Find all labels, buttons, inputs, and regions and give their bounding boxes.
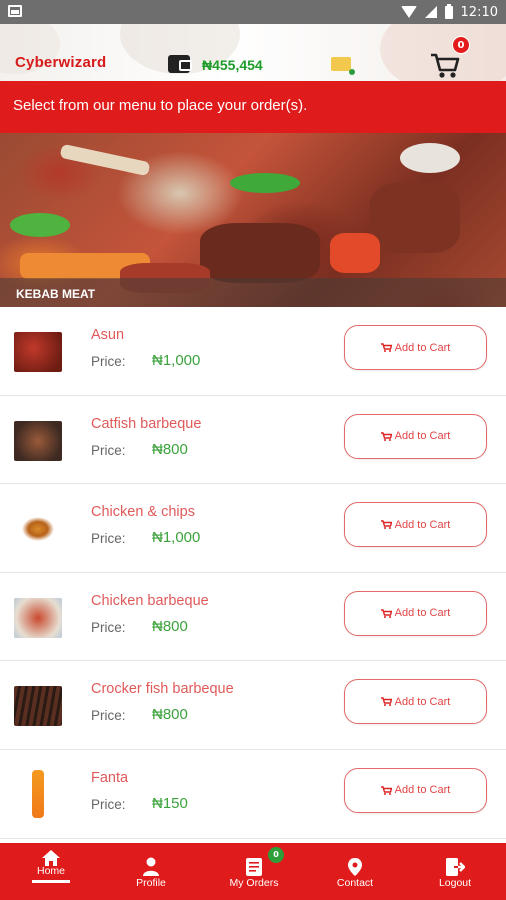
wifi-icon xyxy=(400,6,417,18)
item-price: ₦800 xyxy=(152,440,188,458)
add-to-cart-label: Add to Cart xyxy=(394,784,451,797)
list-item: Crocker fish barbeque Price: ₦800 Add to… xyxy=(0,661,506,750)
add-cart-icon xyxy=(380,431,392,441)
add-to-cart-button[interactable]: Add to Cart xyxy=(344,502,487,548)
cart-count-badge: 0 xyxy=(452,36,470,54)
list-item: Chicken & chips Price: ₦1,000 Add to Car… xyxy=(0,484,506,573)
list-item: Catfish barbeque Price: ₦800 Add to Cart xyxy=(0,396,506,485)
add-to-cart-label: Add to Cart xyxy=(394,695,451,708)
item-price: ₦800 xyxy=(152,706,188,724)
list-item: Chicken barbeque Price: ₦800 Add to Cart xyxy=(0,573,506,662)
nav-orders-label: My Orders xyxy=(229,877,279,889)
wallet-balance: ₦455,454 xyxy=(202,57,263,73)
add-to-cart-label: Add to Cart xyxy=(394,341,451,354)
item-thumbnail xyxy=(14,509,62,550)
price-label: Price: xyxy=(91,619,126,635)
menu-notice: Select from our menu to place your order… xyxy=(0,81,506,133)
price-label: Price: xyxy=(91,708,126,724)
add-cart-icon xyxy=(380,786,392,795)
app-header: Cyberwizard ₦455,454 0 xyxy=(0,24,506,81)
list-item: Fanta Price: ₦150 Add to Cart xyxy=(0,750,506,839)
status-icons: 12:10 xyxy=(400,0,498,24)
item-thumbnail xyxy=(32,769,44,818)
add-cart-icon xyxy=(380,520,392,530)
battery-icon xyxy=(444,3,453,19)
active-nav-indicator xyxy=(32,880,70,883)
add-to-cart-button[interactable]: Add to Cart xyxy=(344,325,487,370)
price-label: Price: xyxy=(91,796,126,812)
nav-home-label: Home xyxy=(36,865,65,877)
add-to-cart-label: Add to Cart xyxy=(394,607,451,620)
nav-logout[interactable]: Logout xyxy=(422,843,488,900)
item-name: Chicken & chips xyxy=(91,504,195,521)
wallet-icon[interactable] xyxy=(168,55,192,73)
status-time: 12:10 xyxy=(460,4,498,20)
item-thumbnail xyxy=(14,597,62,638)
notification-icon xyxy=(8,5,22,17)
signal-icon xyxy=(424,6,437,18)
item-name: Catfish barbeque xyxy=(91,415,202,432)
item-thumbnail xyxy=(14,686,62,727)
price-label: Price: xyxy=(91,354,126,369)
orders-icon xyxy=(246,858,262,876)
add-to-cart-button[interactable]: Add to Cart xyxy=(344,679,487,725)
item-name: Chicken barbeque xyxy=(91,592,209,609)
item-thumbnail xyxy=(14,332,62,372)
item-name: Crocker fish barbeque xyxy=(91,681,234,698)
item-name: Asun xyxy=(91,327,125,343)
add-to-cart-button[interactable]: Add to Cart xyxy=(344,590,487,636)
add-cart-icon xyxy=(380,343,392,352)
add-to-cart-label: Add to Cart xyxy=(394,518,451,531)
menu-list: Asun Price: ₦1,000 Add to Cart Catfish b… xyxy=(0,307,506,839)
status-bar: 12:10 xyxy=(0,0,506,24)
item-price: ₦1,000 xyxy=(152,529,201,547)
nav-profile[interactable]: Profile xyxy=(118,843,184,900)
contact-icon xyxy=(348,858,362,876)
nav-contact[interactable]: Contact xyxy=(322,843,388,900)
item-thumbnail xyxy=(14,420,62,461)
add-to-cart-label: Add to Cart xyxy=(394,430,451,443)
cart-icon xyxy=(431,53,460,78)
item-price: ₦150 xyxy=(152,794,188,812)
nav-logout-label: Logout xyxy=(438,877,472,889)
item-price: ₦800 xyxy=(152,617,188,635)
nav-profile-label: Profile xyxy=(136,877,166,889)
nav-home[interactable]: Home xyxy=(18,843,84,900)
price-label: Price: xyxy=(91,531,126,547)
item-price: ₦1,000 xyxy=(152,352,201,369)
nav-contact-label: Contact xyxy=(336,877,374,889)
profile-icon xyxy=(143,857,159,876)
add-cart-icon xyxy=(380,697,392,707)
bottom-nav: Home Profile My Orders Contact Logout xyxy=(0,843,506,900)
item-name: Fanta xyxy=(91,769,129,786)
add-cart-icon xyxy=(380,609,392,618)
coupon-icon[interactable] xyxy=(331,57,355,75)
hero-caption: KEBAB MEAT xyxy=(16,287,96,301)
add-to-cart-button[interactable]: Add to Cart xyxy=(344,413,487,459)
orders-count-badge: 0 xyxy=(268,847,284,863)
add-to-cart-button[interactable]: Add to Cart xyxy=(344,767,487,813)
brand-name: Cyberwizard xyxy=(15,54,107,71)
price-label: Price: xyxy=(91,442,126,458)
logout-icon xyxy=(446,858,465,876)
list-item: Asun Price: ₦1,000 Add to Cart xyxy=(0,307,506,396)
